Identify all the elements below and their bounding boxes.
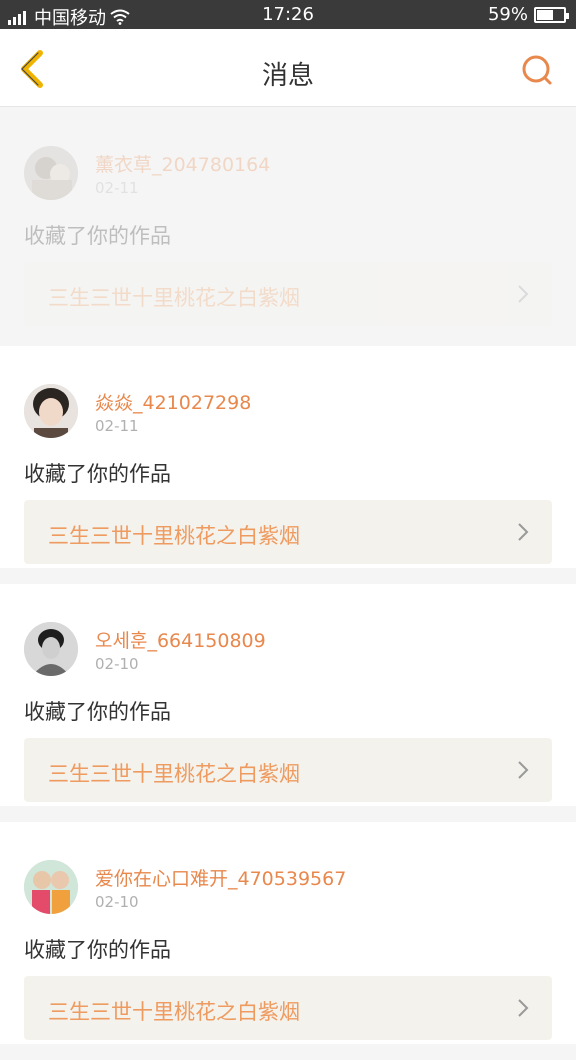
chevron-right-icon: [518, 523, 529, 541]
message-date: 02-10: [95, 655, 139, 673]
work-title: 三生三世十里桃花之白紫烟: [48, 1000, 300, 1024]
work-link[interactable]: 三生三世十里桃花之白紫烟: [24, 976, 552, 1040]
work-title: 三生三世十里桃花之白紫烟: [48, 286, 300, 310]
action-text: 收藏了你的作品: [24, 462, 171, 486]
message-card: 薰衣草_204780164 02-11 收藏了你的作品 三生三世十里桃花之白紫烟: [0, 108, 576, 330]
message-date: 02-11: [95, 179, 139, 197]
work-link[interactable]: 三生三世十里桃花之白紫烟: [24, 500, 552, 564]
action-text: 收藏了你的作品: [24, 938, 171, 962]
avatar[interactable]: [24, 860, 78, 914]
chevron-right-icon: [518, 761, 529, 779]
status-right: 59%: [487, 4, 569, 25]
avatar-photo-icon: [24, 622, 78, 676]
chevron-right-icon: [518, 999, 529, 1017]
battery-icon: [534, 6, 569, 23]
avatar[interactable]: [24, 622, 78, 676]
battery-percent: 59%: [487, 4, 528, 25]
work-title: 三生三世十里桃花之白紫烟: [48, 524, 300, 548]
avatar[interactable]: [24, 384, 78, 438]
avatar-photo-icon: [24, 384, 78, 438]
work-link[interactable]: 三生三世十里桃花之白紫烟: [24, 738, 552, 802]
message-card: 爱你在心口难开_470539567 02-10 收藏了你的作品 三生三世十里桃花…: [0, 822, 576, 1044]
message-date: 02-10: [95, 893, 139, 911]
action-text: 收藏了你的作品: [24, 700, 171, 724]
avatar-photo-icon: [24, 146, 78, 200]
nav-bar: 消息: [0, 29, 576, 107]
username[interactable]: 焱焱_421027298: [95, 388, 251, 415]
avatar-photo-icon: [24, 860, 78, 914]
message-list: 薰衣草_204780164 02-11 收藏了你的作品 三生三世十里桃花之白紫烟…: [0, 108, 576, 1060]
message-date: 02-11: [95, 417, 139, 435]
message-card: 오세훈_664150809 02-10 收藏了你的作品 三生三世十里桃花之白紫烟: [0, 584, 576, 806]
status-bar: 中国移动 17:26 59%: [0, 0, 576, 29]
work-title: 三生三世十里桃花之白紫烟: [48, 762, 300, 786]
username[interactable]: 오세훈_664150809: [95, 626, 266, 653]
chevron-right-icon: [518, 285, 529, 303]
search-icon[interactable]: [520, 53, 554, 87]
username[interactable]: 爱你在心口难开_470539567: [95, 864, 346, 891]
message-card: 焱焱_421027298 02-11 收藏了你的作品 三生三世十里桃花之白紫烟: [0, 346, 576, 568]
action-text: 收藏了你的作品: [24, 224, 171, 248]
page-title: 消息: [261, 61, 314, 91]
avatar[interactable]: [24, 146, 78, 200]
work-link[interactable]: 三生三世十里桃花之白紫烟: [24, 262, 552, 326]
username[interactable]: 薰衣草_204780164: [95, 150, 270, 177]
